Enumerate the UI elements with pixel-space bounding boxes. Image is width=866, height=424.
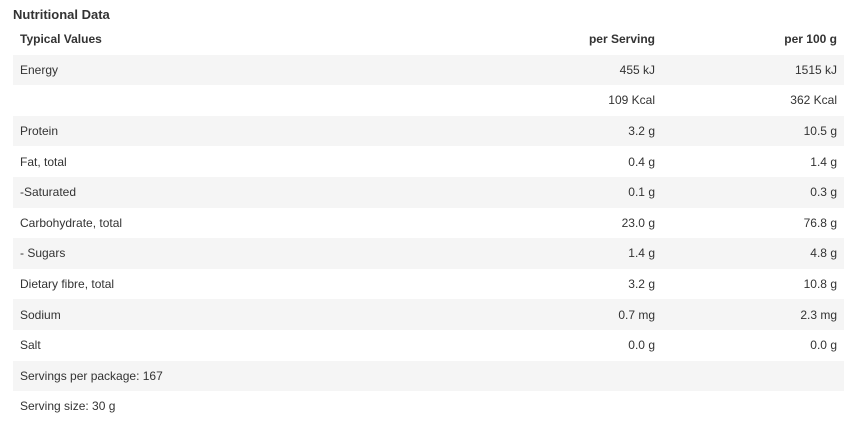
row-per-100g: 0.0 g [810,338,837,353]
table-row: 109 Kcal 362 Kcal [13,85,844,116]
table-row: Carbohydrate, total 23.0 g 76.8 g [13,207,844,239]
row-per-100g: 2.3 mg [800,307,837,322]
table-row: Dietary fibre, total 3.2 g 10.8 g [13,268,844,300]
header-typical-values: Typical Values [20,32,102,47]
row-per-serving: 23.0 g [621,215,655,230]
row-label [13,85,484,116]
row-per-serving: 109 Kcal [608,93,655,108]
table-row: Protein 3.2 g 10.5 g [13,115,844,147]
header-per-serving: per Serving [588,32,655,47]
row-label: - Sugars [20,246,66,261]
row-per-100g: 362 Kcal [790,93,837,108]
row-per-100g: 0.3 g [810,185,837,200]
table-row: Fat, total 0.4 g 1.4 g [13,146,844,177]
table-header-row: Typical Values per Serving per 100 g [13,24,844,55]
row-label: Carbohydrate, total [20,215,123,230]
row-per-serving: 1.4 g [628,246,655,261]
table-row: Energy 455 kJ 1515 kJ [13,54,844,86]
row-per-serving: 0.4 g [628,154,655,169]
table-row: -Saturated 0.1 g 0.3 g [13,176,844,208]
row-per-100g: 1515 kJ [794,62,837,77]
row-per-serving: 0.1 g [628,185,655,200]
row-label: Salt [20,338,41,353]
table-row: - Sugars 1.4 g 4.8 g [13,238,844,269]
row-per-serving: 0.7 mg [618,307,655,322]
row-per-100g: 10.5 g [803,124,837,139]
row-per-serving: 455 kJ [619,62,655,77]
servings-per-package: Servings per package: 167 [20,368,163,383]
serving-size: Serving size: 30 g [20,399,116,414]
table-row: Salt 0.0 g 0.0 g [13,329,844,361]
servings-per-package-row: Servings per package: 167 [13,360,844,392]
nutrition-title: Nutritional Data [13,7,110,22]
row-per-100g: 76.8 g [803,215,837,230]
header-per-100g: per 100 g [784,32,837,47]
row-label: -Saturated [20,185,77,200]
row-per-100g: 4.8 g [810,246,837,261]
row-per-serving: 0.0 g [628,338,655,353]
row-per-100g: 10.8 g [803,277,837,292]
row-label: Energy [20,62,59,77]
table-row: Sodium 0.7 mg 2.3 mg [13,299,844,330]
row-label: Protein [20,124,59,139]
row-label: Fat, total [20,154,67,169]
row-per-100g: 1.4 g [810,154,837,169]
row-label: Sodium [20,307,61,322]
nutrition-table: Typical Values per Serving per 100 g Ene… [13,24,844,422]
serving-size-row: Serving size: 30 g [13,391,844,422]
row-per-serving: 3.2 g [628,277,655,292]
row-per-serving: 3.2 g [628,124,655,139]
row-label: Dietary fibre, total [20,277,115,292]
